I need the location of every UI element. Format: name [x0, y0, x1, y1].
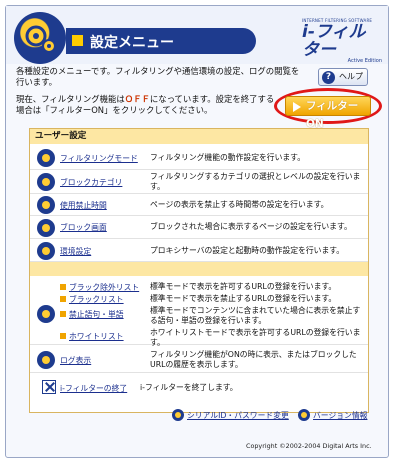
filter-status-text: 現在、フィルタリング機能はＯＦＦになっています。設定を終了する場合は「フィルター…	[16, 94, 275, 115]
blacklist-link[interactable]: ブラックリスト	[60, 294, 124, 305]
key-icon	[172, 409, 184, 421]
section-divider	[30, 262, 368, 276]
menu-row-environment: 環境設定 プロキシサーバの設定と起動時の動作設定を行います。	[30, 239, 368, 262]
close-icon	[42, 380, 56, 394]
page-title-bar: 設定メニュー	[66, 28, 256, 54]
block-screen-icon	[37, 219, 55, 237]
log-link[interactable]: ログ表示	[60, 355, 91, 366]
filtering-mode-icon	[37, 149, 55, 167]
environment-link[interactable]: 環境設定	[60, 246, 91, 257]
copyright: Copyright ©2002-2004 Digital Arts Inc.	[246, 442, 372, 450]
help-button[interactable]: ? ヘルプ	[318, 68, 368, 86]
filter-on-button[interactable]: フィルターON	[285, 96, 371, 130]
brand-logo: INTERNET FILTERING SOFTWARE i-フィルター Acti…	[302, 18, 382, 64]
block-category-icon	[37, 173, 55, 191]
menu-row-exit: i-フィルターの終了 i-フィルターを終了します。	[30, 376, 368, 400]
header: 設定メニュー INTERNET FILTERING SOFTWARE i-フィル…	[6, 6, 388, 64]
black-exclusion-list-link[interactable]: ブラック除外リスト	[60, 282, 139, 293]
intro-text: 各種設定のメニューです。フィルタリングや通信環境の設定、ログの閲覧を行います。	[16, 66, 300, 87]
filter-state: ＯＦＦ	[124, 94, 150, 104]
settings-panel: ユーザー設定 フィルタリングモード フィルタリング機能の動作設定を行います。 ブ…	[29, 128, 369, 413]
menu-row-block-category: ブロックカテゴリ フィルタリングするカテゴリの選択とレベルの設定を行います。	[30, 170, 368, 194]
prohibited-words-link[interactable]: 禁止語句・単語	[60, 309, 124, 320]
gear-logo-icon	[14, 12, 66, 64]
user-settings-heading: ユーザー設定	[30, 129, 368, 144]
list-icon	[37, 305, 55, 323]
exit-link[interactable]: i-フィルターの終了	[60, 383, 127, 394]
clock-icon	[37, 196, 55, 214]
log-icon	[37, 351, 55, 369]
menu-row-filtering-mode: フィルタリングモード フィルタリング機能の動作設定を行います。	[30, 146, 368, 170]
whitelist-link[interactable]: ホワイトリスト	[60, 331, 124, 342]
settings-window: 設定メニュー INTERNET FILTERING SOFTWARE i-フィル…	[5, 5, 389, 458]
menu-row-log: ログ表示 フィルタリング機能がONの時に表示、またはブロックしたURLの履歴を表…	[30, 347, 368, 373]
prohibited-time-link[interactable]: 使用禁止時間	[60, 200, 107, 211]
block-category-link[interactable]: ブロックカテゴリ	[60, 177, 122, 188]
environment-icon	[37, 242, 55, 260]
serial-password-link[interactable]: シリアルID・パスワード変更	[187, 410, 289, 421]
menu-row-prohibited-time: 使用禁止時間 ページの表示を禁止する時間帯の設定を行います。	[30, 194, 368, 216]
filtering-mode-link[interactable]: フィルタリングモード	[60, 153, 138, 164]
page-title: 設定メニュー	[90, 35, 174, 51]
version-info-link[interactable]: バージョン情報	[313, 410, 367, 421]
info-icon	[298, 409, 310, 421]
question-icon: ?	[322, 71, 335, 84]
list-settings-group: ブラック除外リスト ブラックリスト 禁止語句・単語 ホワイトリスト 標準モードで…	[30, 281, 368, 347]
menu-row-block-screen: ブロック画面 ブロックされた場合に表示するページの設定を行います。	[30, 216, 368, 239]
block-screen-link[interactable]: ブロック画面	[60, 222, 107, 233]
play-icon	[293, 102, 301, 112]
